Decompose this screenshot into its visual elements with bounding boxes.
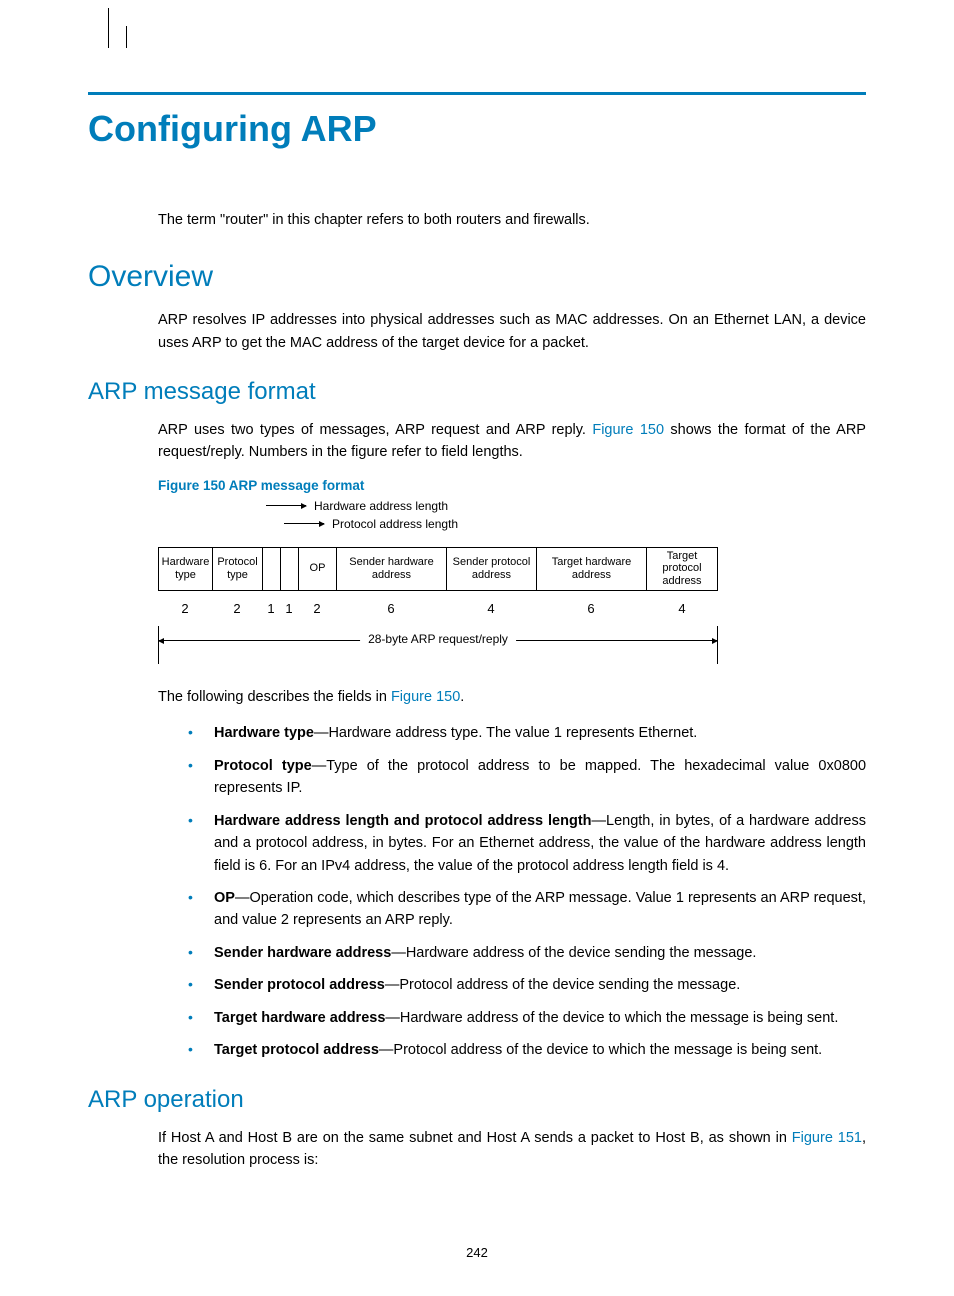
link-figure-151[interactable]: Figure 151 — [792, 1130, 862, 1146]
list-item: Sender protocol address—Protocol address… — [158, 974, 866, 996]
field-hardware-type: Hardware type — [159, 548, 213, 590]
term: Hardware type — [214, 725, 314, 741]
label-pal: Protocol address length — [332, 517, 458, 531]
field-op: OP — [299, 548, 337, 590]
overview-paragraph: ARP resolves IP addresses into physical … — [158, 309, 866, 354]
msgfmt-p2b: . — [460, 689, 464, 705]
term: Protocol type — [214, 758, 312, 774]
op-p1a: If Host A and Host B are on the same sub… — [158, 1130, 792, 1146]
rest: —Protocol address of the device to which… — [379, 1042, 822, 1058]
arrow-hal: Hardware address length — [266, 499, 448, 513]
field-hal — [263, 548, 281, 590]
msgfmt-paragraph-2: The following describes the fields in Fi… — [158, 686, 866, 708]
arrow-line-icon — [266, 505, 306, 506]
page: Configuring ARP The term "router" in thi… — [0, 0, 954, 1296]
field-pal — [281, 548, 299, 590]
arrow-line-icon — [284, 523, 324, 524]
dim-label: 28-byte ARP request/reply — [360, 632, 516, 646]
rest: —Protocol address of the device sending … — [385, 977, 740, 993]
label-hal: Hardware address length — [314, 499, 448, 513]
arp-format-diagram: Hardware address length Protocol address… — [158, 499, 718, 666]
list-item: OP—Operation code, which describes type … — [158, 887, 866, 932]
msgfmt-p2a: The following describes the fields in — [158, 689, 391, 705]
intro-paragraph: The term "router" in this chapter refers… — [158, 209, 866, 231]
diagram-tick-pal — [126, 26, 127, 48]
dim-tick-left-icon — [158, 626, 159, 664]
operation-paragraph-1: If Host A and Host B are on the same sub… — [158, 1127, 866, 1172]
term: Hardware address length and protocol add… — [214, 813, 592, 829]
term: Target hardware address — [214, 1010, 385, 1026]
diagram-tick-hal — [108, 8, 109, 48]
list-item: Target protocol address—Protocol address… — [158, 1039, 866, 1061]
len-hal: 1 — [262, 601, 280, 616]
len-tpa: 4 — [646, 601, 718, 616]
diagram-dimension: 28-byte ARP request/reply — [158, 626, 718, 666]
diagram-arrow-labels: Hardware address length Protocol address… — [266, 499, 718, 535]
len-spa: 4 — [446, 601, 536, 616]
link-figure-150[interactable]: Figure 150 — [592, 422, 664, 438]
rest: —Hardware address type. The value 1 repr… — [314, 725, 697, 741]
figure-caption: Figure 150 ARP message format — [158, 478, 866, 493]
term: Sender protocol address — [214, 977, 385, 993]
msgfmt-paragraph-1: ARP uses two types of messages, ARP requ… — [158, 419, 866, 464]
term: Sender hardware address — [214, 945, 391, 961]
len-pal: 1 — [280, 601, 298, 616]
msgfmt-p1a: ARP uses two types of messages, ARP requ… — [158, 422, 592, 438]
field-target-hw-addr: Target hardware address — [537, 548, 647, 590]
field-sender-hw-addr: Sender hardware address — [337, 548, 447, 590]
len-sha: 6 — [336, 601, 446, 616]
field-sender-proto-addr: Sender protocol address — [447, 548, 537, 590]
term: Target protocol address — [214, 1042, 379, 1058]
heading-overview: Overview — [88, 259, 866, 295]
diagram-fields-row: Hardware type Protocol type OP Sender ha… — [158, 547, 718, 591]
field-description-list: Hardware type—Hardware address type. The… — [158, 722, 866, 1062]
term: OP — [214, 890, 235, 906]
list-item: Hardware address length and protocol add… — [158, 810, 866, 877]
rest: —Hardware address of the device to which… — [385, 1010, 838, 1026]
list-item: Hardware type—Hardware address type. The… — [158, 722, 866, 744]
field-target-proto-addr: Target protocol address — [647, 548, 717, 590]
dim-tick-right-icon — [717, 626, 718, 664]
list-item: Sender hardware address—Hardware address… — [158, 942, 866, 964]
heading-arp-operation: ARP operation — [88, 1086, 866, 1115]
rest: —Hardware address of the device sending … — [391, 945, 756, 961]
page-number: 242 — [0, 1245, 954, 1260]
page-title: Configuring ARP — [88, 109, 866, 149]
len-hw: 2 — [158, 601, 212, 616]
len-pt: 2 — [212, 601, 262, 616]
field-protocol-type: Protocol type — [213, 548, 263, 590]
rest: —Type of the protocol address to be mapp… — [214, 758, 866, 796]
arrow-pal: Protocol address length — [284, 517, 458, 531]
len-op: 2 — [298, 601, 336, 616]
len-tha: 6 — [536, 601, 646, 616]
list-item: Protocol type—Type of the protocol addre… — [158, 755, 866, 800]
heading-arp-message-format: ARP message format — [88, 378, 866, 407]
diagram-lengths-row: 2 2 1 1 2 6 4 6 4 — [158, 601, 718, 616]
rest: —Operation code, which describes type of… — [214, 890, 866, 928]
top-rule — [88, 92, 866, 95]
link-figure-150-b[interactable]: Figure 150 — [391, 689, 460, 705]
list-item: Target hardware address—Hardware address… — [158, 1007, 866, 1029]
